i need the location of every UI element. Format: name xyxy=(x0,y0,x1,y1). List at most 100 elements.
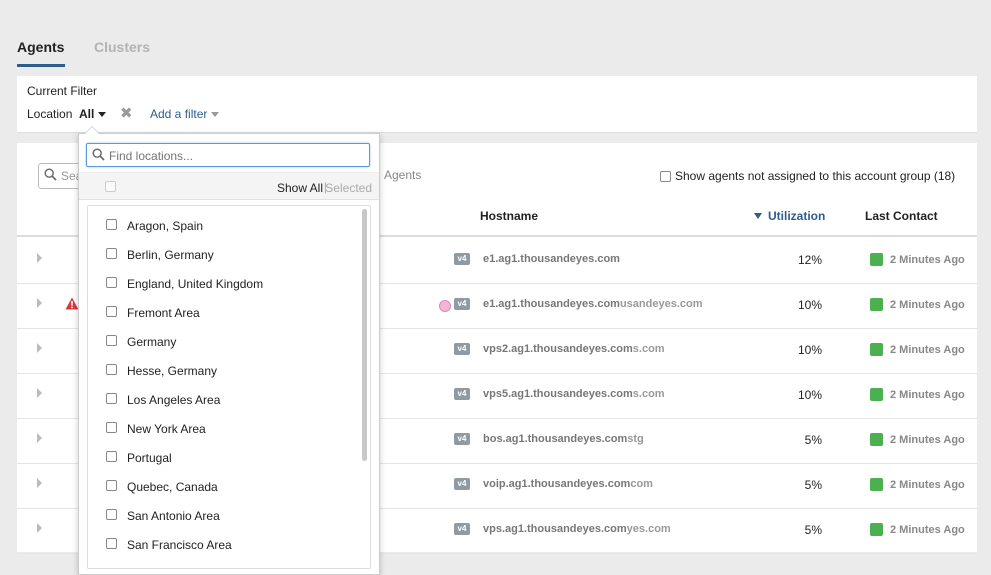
last-contact-text: 2 Minutes Ago xyxy=(890,434,965,446)
status-square-icon xyxy=(870,523,883,536)
location-option-label: England, United Kingdom xyxy=(127,277,264,291)
location-checkbox[interactable] xyxy=(106,219,117,230)
status-square-icon xyxy=(870,388,883,401)
hostname: e1.ag1.thousandeyes.com xyxy=(483,253,620,265)
ip-version-badge: v4 xyxy=(454,388,470,400)
expand-row-icon[interactable] xyxy=(37,433,42,443)
add-filter-button[interactable]: Add a filter xyxy=(150,107,220,121)
ip-version-badge: v4 xyxy=(454,298,470,310)
last-contact-cell: 2 Minutes Ago xyxy=(870,343,965,356)
column-header-hostname[interactable]: Hostname xyxy=(480,209,538,223)
location-option[interactable]: San Antonio Area xyxy=(88,501,358,530)
tab-agents[interactable]: Agents xyxy=(17,39,64,55)
location-option[interactable]: Fremont Area xyxy=(88,298,358,327)
location-list: Aragon, Spain Berlin, Germany England, Uni… xyxy=(87,205,371,569)
location-filter-dropdown[interactable]: All xyxy=(79,107,107,121)
expand-row-icon[interactable] xyxy=(37,253,42,263)
location-option-label: San Antonio Area xyxy=(127,509,220,523)
hostname-cell: vps.ag1.thousandeyes.comyes.com xyxy=(483,523,671,535)
location-list-scrollbar[interactable] xyxy=(362,209,367,461)
hostname-overflow: com xyxy=(630,478,653,490)
location-checkbox[interactable] xyxy=(106,393,117,404)
show-unassigned-label: Show agents not assigned to this account… xyxy=(675,169,956,183)
hostname-overflow: s.com xyxy=(632,388,665,400)
ip-version-badge: v4 xyxy=(454,433,470,445)
utilization-cell: 5% xyxy=(804,433,822,447)
location-checkbox[interactable] xyxy=(106,451,117,462)
location-list-controls: Show All | Selected xyxy=(79,172,379,200)
show-all-toggle[interactable]: Show All xyxy=(277,181,323,195)
search-icon xyxy=(92,148,105,161)
filter-bar: Current Filter Location All ✖ Add a filt… xyxy=(17,76,977,133)
utilization-cell: 12% xyxy=(797,253,822,267)
hostname: vps2.ag1.thousandeyes.com xyxy=(483,343,633,355)
location-dropdown-menu: Show All | Selected Aragon, Spain Berlin,… xyxy=(78,126,380,575)
location-option-label: Germany xyxy=(127,335,177,349)
location-option[interactable]: Portugal xyxy=(88,443,358,472)
location-option[interactable]: Germany xyxy=(88,327,358,356)
warning-icon xyxy=(65,297,79,310)
location-checkbox[interactable] xyxy=(106,422,117,433)
status-dot-icon xyxy=(439,300,451,312)
location-checkbox[interactable] xyxy=(106,306,117,317)
last-contact-text: 2 Minutes Ago xyxy=(890,344,965,356)
expand-row-icon[interactable] xyxy=(37,388,42,398)
sort-desc-icon xyxy=(754,213,762,219)
status-square-icon xyxy=(870,298,883,311)
location-option-label: Hesse, Germany xyxy=(127,364,218,378)
column-header-last-contact[interactable]: Last Contact xyxy=(865,209,938,223)
location-search-field[interactable] xyxy=(86,143,370,167)
hostname-overflow: usandeyes.com xyxy=(619,298,703,310)
expand-row-icon[interactable] xyxy=(37,298,42,308)
caret-down-icon xyxy=(98,112,107,118)
location-filter-value: All xyxy=(79,107,95,121)
last-contact-text: 2 Minutes Ago xyxy=(890,299,965,311)
location-checkbox[interactable] xyxy=(106,277,117,288)
show-unassigned-checkbox[interactable] xyxy=(660,171,671,182)
location-option-label: New York Area xyxy=(127,422,206,436)
expand-row-icon[interactable] xyxy=(37,523,42,533)
expand-row-icon[interactable] xyxy=(37,343,42,353)
location-option[interactable]: Hesse, Germany xyxy=(88,356,358,385)
utilization-cell: 5% xyxy=(804,523,822,537)
tab-clusters[interactable]: Clusters xyxy=(94,39,150,55)
last-contact-cell: 2 Minutes Ago xyxy=(870,523,965,536)
location-option[interactable]: San Francisco Area xyxy=(88,530,358,559)
location-option[interactable]: Aragon, Spain xyxy=(88,211,358,240)
selected-toggle[interactable]: Selected xyxy=(325,181,372,195)
location-search-input[interactable] xyxy=(107,146,366,166)
active-tab-indicator xyxy=(17,64,65,67)
location-option[interactable]: New York Area xyxy=(88,414,358,443)
location-option[interactable]: England, United Kingdom xyxy=(88,269,358,298)
location-checkbox[interactable] xyxy=(106,480,117,491)
location-option[interactable]: Los Angeles Area xyxy=(88,385,358,414)
hostname-cell: bos.ag1.thousandeyes.comstg xyxy=(483,433,644,445)
location-checkbox[interactable] xyxy=(106,509,117,520)
utilization-cell: 10% xyxy=(797,298,822,312)
location-option-label: Quebec, Canada xyxy=(127,480,218,494)
hostname-cell: vps5.ag1.thousandeyes.coms.com xyxy=(483,388,665,400)
caret-down-icon xyxy=(211,112,220,118)
ip-version-badge: v4 xyxy=(454,523,470,535)
close-icon[interactable]: ✖ xyxy=(120,104,133,122)
location-option-label: Fremont Area xyxy=(127,306,200,320)
location-option-label: Portugal xyxy=(127,451,172,465)
location-option-label: San Francisco Area xyxy=(127,538,232,552)
column-header-utilization[interactable]: Utilization xyxy=(754,209,825,223)
expand-row-icon[interactable] xyxy=(37,478,42,488)
column-header-utilization-label: Utilization xyxy=(768,209,826,223)
location-checkbox[interactable] xyxy=(106,248,117,259)
hostname: e1.ag1.thousandeyes.com xyxy=(483,298,620,310)
show-unassigned-toggle[interactable]: Show agents not assigned to this account… xyxy=(660,169,955,183)
last-contact-text: 2 Minutes Ago xyxy=(890,524,965,536)
location-checkbox[interactable] xyxy=(106,364,117,375)
location-checkbox[interactable] xyxy=(106,538,117,549)
agents-count-label: Agents xyxy=(384,168,422,182)
location-option-label: Aragon, Spain xyxy=(127,219,204,233)
location-option[interactable]: Berlin, Germany xyxy=(88,240,358,269)
location-checkbox[interactable] xyxy=(106,335,117,346)
hostname-overflow: stg xyxy=(627,433,644,445)
hostname-cell: voip.ag1.thousandeyes.comcom xyxy=(483,478,653,490)
select-all-checkbox[interactable] xyxy=(105,181,116,192)
location-option[interactable]: Quebec, Canada xyxy=(88,472,358,501)
